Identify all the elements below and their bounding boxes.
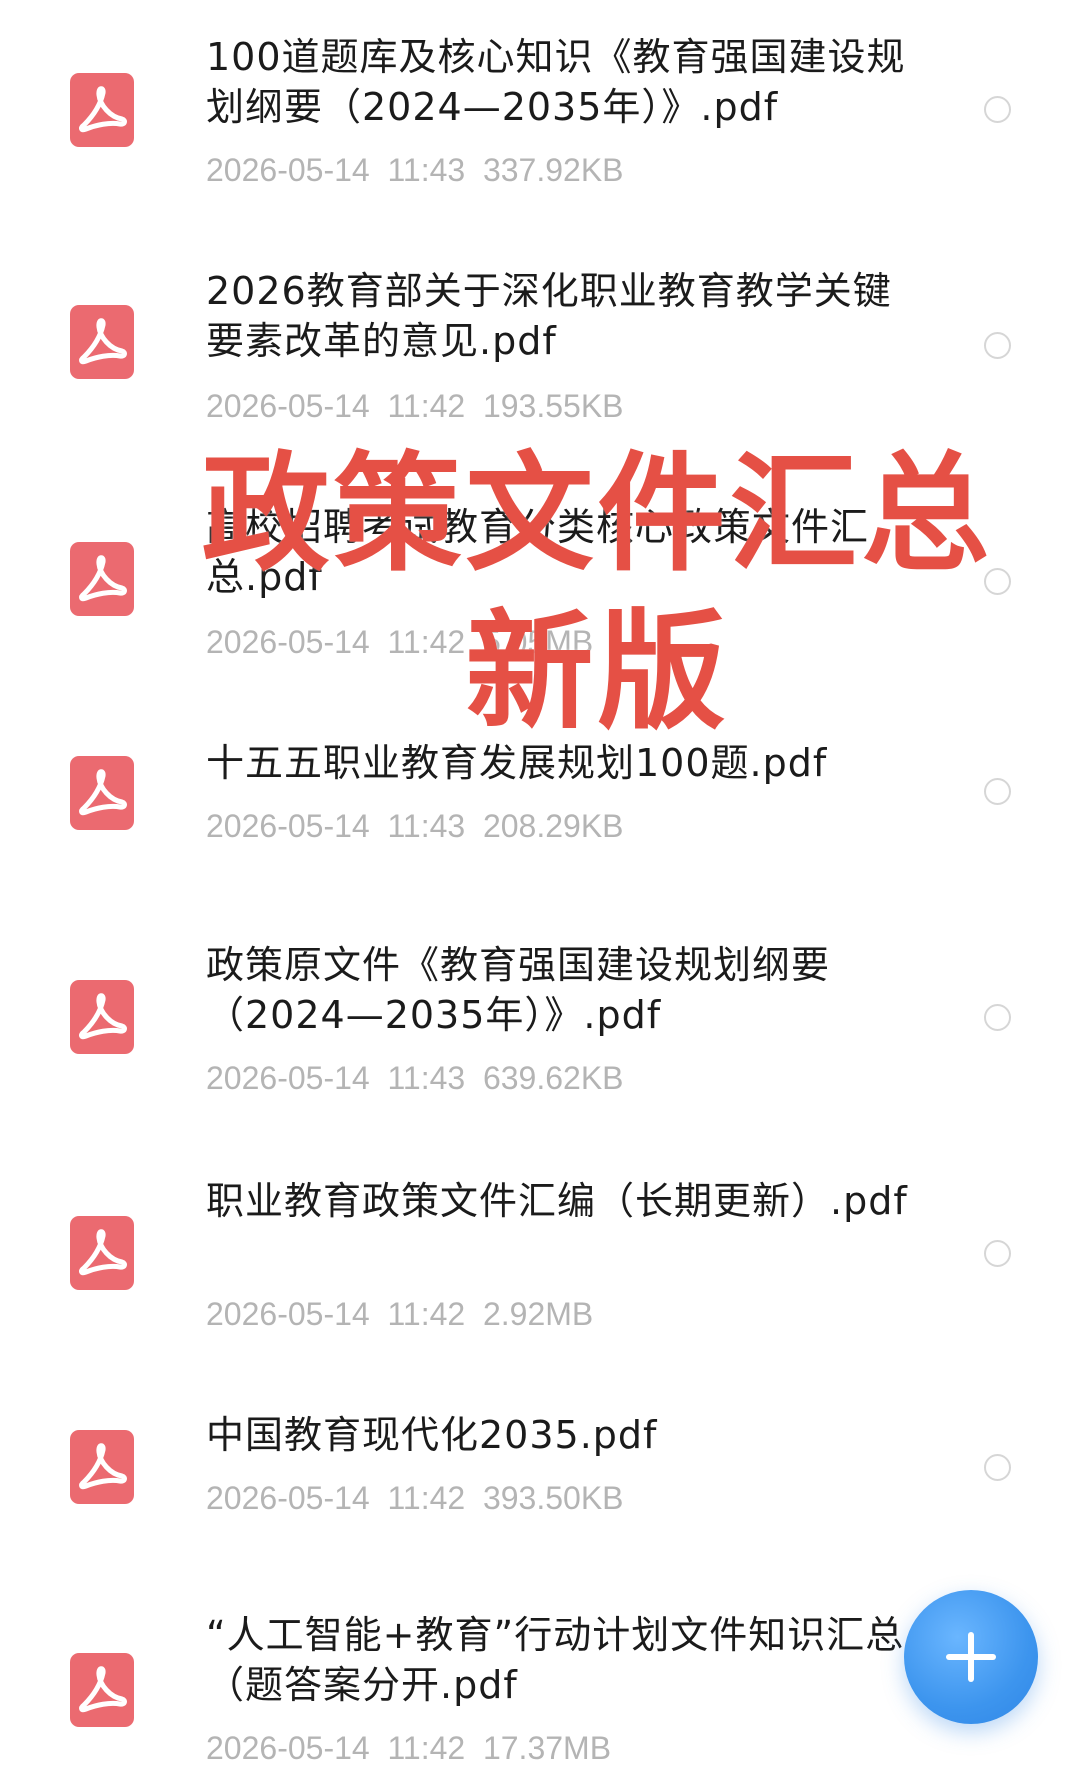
- file-size: 193.55KB: [482, 388, 624, 424]
- file-meta: 2026-05-14 11:43 639.62KB: [206, 1058, 624, 1098]
- file-size: 208.29KB: [482, 808, 624, 844]
- file-meta: 2026-05-14 11:43 208.29KB: [206, 806, 624, 846]
- pdf-icon: [70, 305, 134, 379]
- overlay-title: 政策文件汇总: [201, 440, 994, 589]
- pdf-icon: [70, 1653, 134, 1727]
- file-size: 17.37MB: [482, 1730, 612, 1766]
- file-meta: 2026-05-14 11:43 337.92KB: [206, 150, 624, 190]
- file-time: 11:43: [387, 1060, 466, 1096]
- select-radio[interactable]: [984, 1240, 1011, 1267]
- file-meta: 2026-05-14 11:42 2.92MB: [206, 1294, 593, 1334]
- pdf-icon: [70, 1216, 134, 1290]
- file-meta: 2026-05-14 11:42 193.55KB: [206, 386, 624, 426]
- select-radio[interactable]: [984, 1004, 1011, 1031]
- add-button[interactable]: [904, 1590, 1038, 1724]
- file-time: 11:42: [387, 388, 466, 424]
- file-item[interactable]: 中国教育现代化2035.pdf 2026-05-14 11:42 393.50K…: [0, 1410, 1080, 1550]
- select-radio[interactable]: [984, 1454, 1011, 1481]
- file-date: 2026-05-14: [206, 1296, 370, 1332]
- select-radio[interactable]: [984, 96, 1011, 123]
- file-time: 11:43: [387, 152, 466, 188]
- file-item[interactable]: 2026教育部关于深化职业教育教学关键要素改革的意见.pdf 2026-05-1…: [0, 236, 1080, 456]
- file-name: 职业教育政策文件汇编（长期更新）.pdf: [206, 1179, 908, 1223]
- file-item[interactable]: 职业教育政策文件汇编（长期更新）.pdf 2026-05-14 11:42 2.…: [0, 1176, 1080, 1356]
- file-time: 11:43: [387, 808, 466, 844]
- file-name: “人工智能+教育”行动计划文件知识汇总（题答案分开.pdf: [206, 1613, 905, 1707]
- file-meta: 2026-05-14 11:42 393.50KB: [206, 1478, 624, 1518]
- select-radio[interactable]: [984, 778, 1011, 805]
- file-date: 2026-05-14: [206, 1480, 370, 1516]
- file-time: 11:42: [387, 1480, 466, 1516]
- file-date: 2026-05-14: [206, 808, 370, 844]
- file-date: 2026-05-14: [206, 388, 370, 424]
- pdf-icon: [70, 542, 134, 616]
- file-item[interactable]: 政策原文件《教育强国建设规划纲要（2024—2035年）》.pdf 2026-0…: [0, 940, 1080, 1120]
- file-time: 11:42: [387, 1296, 466, 1332]
- file-name: 2026教育部关于深化职业教育教学关键要素改革的意见.pdf: [206, 269, 892, 363]
- pdf-icon: [70, 73, 134, 147]
- file-date: 2026-05-14: [206, 1730, 370, 1766]
- select-radio[interactable]: [984, 332, 1011, 359]
- file-name: 100道题库及核心知识《教育强国建设规划纲要（2024—2035年）》.pdf: [206, 35, 906, 129]
- overlay-subtitle: 新版: [465, 598, 730, 747]
- file-size: 393.50KB: [482, 1480, 624, 1516]
- file-list: 100道题库及核心知识《教育强国建设规划纲要（2024—2035年）》.pdf …: [0, 0, 1080, 1789]
- file-size: 2.92MB: [482, 1296, 594, 1332]
- file-name: 政策原文件《教育强国建设规划纲要（2024—2035年）》.pdf: [206, 943, 831, 1037]
- file-name: 中国教育现代化2035.pdf: [206, 1413, 658, 1457]
- pdf-icon: [70, 980, 134, 1054]
- pdf-icon: [70, 756, 134, 830]
- file-item[interactable]: 100道题库及核心知识《教育强国建设规划纲要（2024—2035年）》.pdf …: [0, 0, 1080, 220]
- file-time: 11:42: [387, 1730, 466, 1766]
- file-size: 337.92KB: [482, 152, 624, 188]
- file-size: 639.62KB: [482, 1060, 624, 1096]
- file-meta: 2026-05-14 11:42 17.37MB: [206, 1728, 611, 1768]
- plus-icon: [946, 1632, 996, 1682]
- file-date: 2026-05-14: [206, 152, 370, 188]
- pdf-icon: [70, 1430, 134, 1504]
- file-date: 2026-05-14: [206, 1060, 370, 1096]
